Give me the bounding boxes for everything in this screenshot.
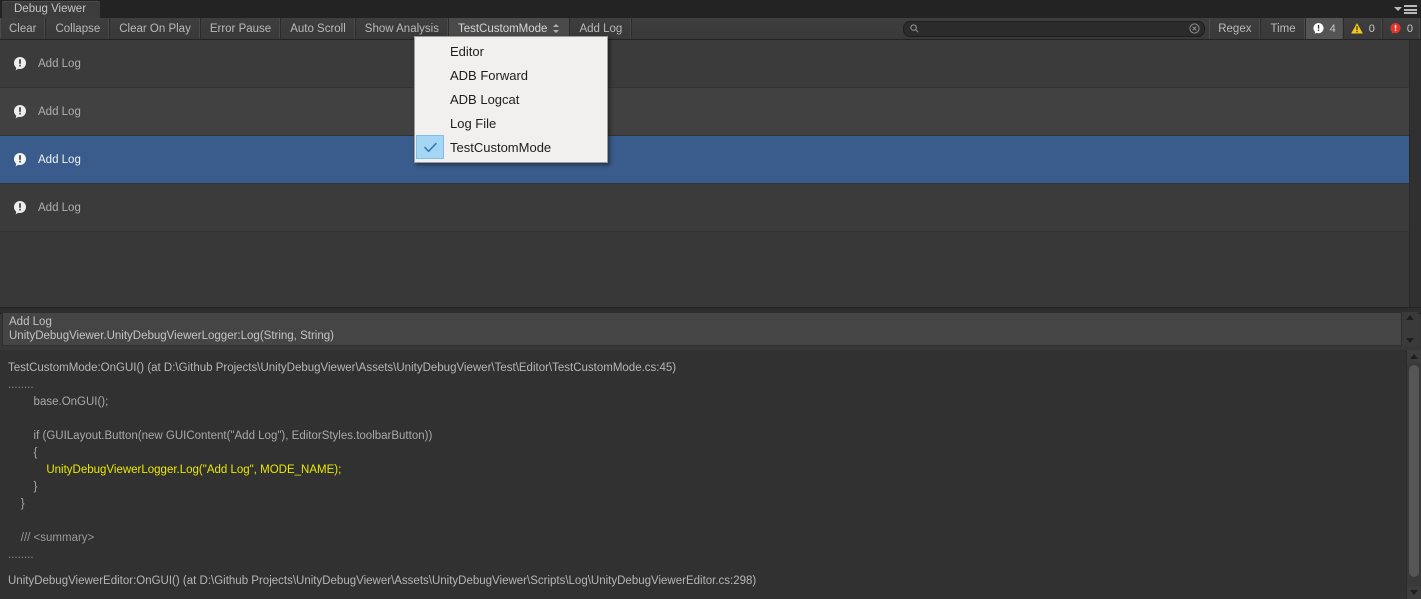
toolbar-right-group: Regex Time 4 0 0	[1209, 18, 1421, 39]
check-slot	[416, 63, 444, 87]
code-line: ........	[8, 379, 34, 391]
mode-dropdown-label: TestCustomMode	[457, 22, 548, 35]
log-list[interactable]: Add Log Add Log Add Log Add Log	[0, 40, 1421, 307]
hamburger-menu-icon	[1404, 5, 1417, 14]
scroll-up-arrow-icon[interactable]	[1407, 350, 1421, 363]
search-container	[899, 18, 1209, 39]
regex-toggle-button[interactable]: Regex	[1209, 18, 1262, 39]
clear-button[interactable]: Clear	[0, 18, 47, 39]
info-icon	[1313, 22, 1324, 34]
stacktrace-scrollbar[interactable]	[1406, 350, 1421, 599]
collapse-button[interactable]: Collapse	[46, 18, 111, 39]
menu-item-log-file[interactable]: Log File	[415, 111, 607, 135]
menu-item-adb-logcat[interactable]: ADB Logcat	[415, 87, 607, 111]
menu-item-label: Editor	[450, 43, 484, 59]
log-row-3[interactable]: Add Log	[0, 184, 1421, 232]
log-row-message: Add Log	[38, 57, 81, 70]
error-circle-icon	[1390, 22, 1401, 34]
check-slot	[416, 111, 444, 135]
code-line: base.OnGUI();	[8, 396, 109, 408]
window-context-menu-button[interactable]	[1387, 3, 1417, 16]
menu-item-editor[interactable]: Editor	[415, 39, 607, 63]
info-log-icon	[14, 152, 26, 166]
error-pause-button[interactable]: Error Pause	[201, 18, 282, 39]
info-count-toggle[interactable]: 4	[1305, 18, 1344, 39]
debug-viewer-window: Debug Viewer Clear Collapse Clear On Pla…	[0, 0, 1421, 599]
menu-item-label: Log File	[450, 115, 497, 131]
log-row-2[interactable]: Add Log	[0, 136, 1421, 184]
menu-item-label: ADB Forward	[450, 67, 529, 83]
detail-message-method: UnityDebugViewer.UnityDebugViewerLogger:…	[9, 330, 334, 342]
log-row-message: Add Log	[38, 153, 81, 166]
chevron-down-icon	[1394, 7, 1402, 11]
scroll-down-arrow-icon[interactable]	[1407, 586, 1421, 599]
log-list-empty-area	[0, 232, 1421, 307]
info-count-value: 4	[1329, 22, 1336, 35]
menu-item-label: TestCustomMode	[450, 139, 552, 155]
scrollbar-thumb[interactable]	[1409, 365, 1419, 577]
warning-count-toggle[interactable]: 0	[1344, 18, 1383, 39]
check-slot	[416, 39, 444, 63]
menu-item-label: ADB Logcat	[450, 91, 520, 107]
check-slot	[416, 87, 444, 111]
code-line: ........	[8, 549, 34, 561]
log-row-message: Add Log	[38, 201, 81, 214]
menu-item-adb-forward[interactable]: ADB Forward	[415, 63, 607, 87]
tab-debug-viewer[interactable]: Debug Viewer	[2, 1, 101, 18]
code-line: {	[8, 447, 38, 459]
clear-circle-icon[interactable]	[1189, 23, 1200, 34]
log-row-0[interactable]: Add Log	[0, 40, 1421, 88]
warning-count-value: 0	[1368, 22, 1375, 35]
search-icon	[910, 24, 919, 33]
time-toggle-button[interactable]: Time	[1261, 18, 1306, 39]
mode-dropdown-menu[interactable]: Editor ADB Forward ADB Logcat Log File T…	[414, 36, 608, 163]
search-field[interactable]	[903, 20, 1206, 37]
detail-message-title: Add Log	[9, 316, 52, 328]
info-log-icon	[14, 56, 26, 70]
code-line: /// <summary>	[8, 532, 95, 544]
check-slot	[416, 135, 444, 159]
code-line: }	[8, 481, 38, 493]
info-log-icon	[14, 200, 26, 214]
code-line: if (GUILayout.Button(new GUIContent("Add…	[8, 430, 433, 442]
code-line: ........	[8, 592, 34, 599]
error-count-value: 0	[1406, 22, 1413, 35]
error-count-toggle[interactable]: 0	[1383, 18, 1421, 39]
log-list-scrollbar[interactable]	[1409, 40, 1421, 307]
clear-on-play-button[interactable]: Clear On Play	[110, 18, 201, 39]
log-row-message: Add Log	[38, 105, 81, 118]
stack-frame-header[interactable]: UnityDebugViewerEditor:OnGUI() (at D:\Gi…	[0, 573, 1407, 590]
search-input[interactable]	[919, 22, 1190, 35]
code-line-highlighted: UnityDebugViewerLogger.Log("Add Log", MO…	[8, 464, 342, 476]
stack-frame-header[interactable]: TestCustomMode:OnGUI() (at D:\Github Pro…	[0, 360, 1407, 377]
toolbar: Clear Collapse Clear On Play Error Pause…	[0, 18, 1421, 40]
info-log-icon	[14, 104, 26, 118]
detail-message-box[interactable]: Add Log UnityDebugViewer.UnityDebugViewe…	[2, 312, 1402, 346]
warning-triangle-icon	[1350, 22, 1363, 34]
detail-message-scrollbar[interactable]	[1402, 312, 1418, 346]
window-tab-bar: Debug Viewer	[0, 0, 1421, 18]
check-icon	[423, 142, 437, 152]
auto-scroll-button[interactable]: Auto Scroll	[281, 18, 356, 39]
log-row-1[interactable]: Add Log	[0, 88, 1421, 136]
menu-item-testcustommode[interactable]: TestCustomMode	[415, 135, 607, 159]
updown-arrow-icon	[553, 23, 560, 34]
code-line: }	[8, 498, 25, 510]
stacktrace-panel[interactable]: TestCustomMode:OnGUI() (at D:\Github Pro…	[0, 350, 1407, 599]
